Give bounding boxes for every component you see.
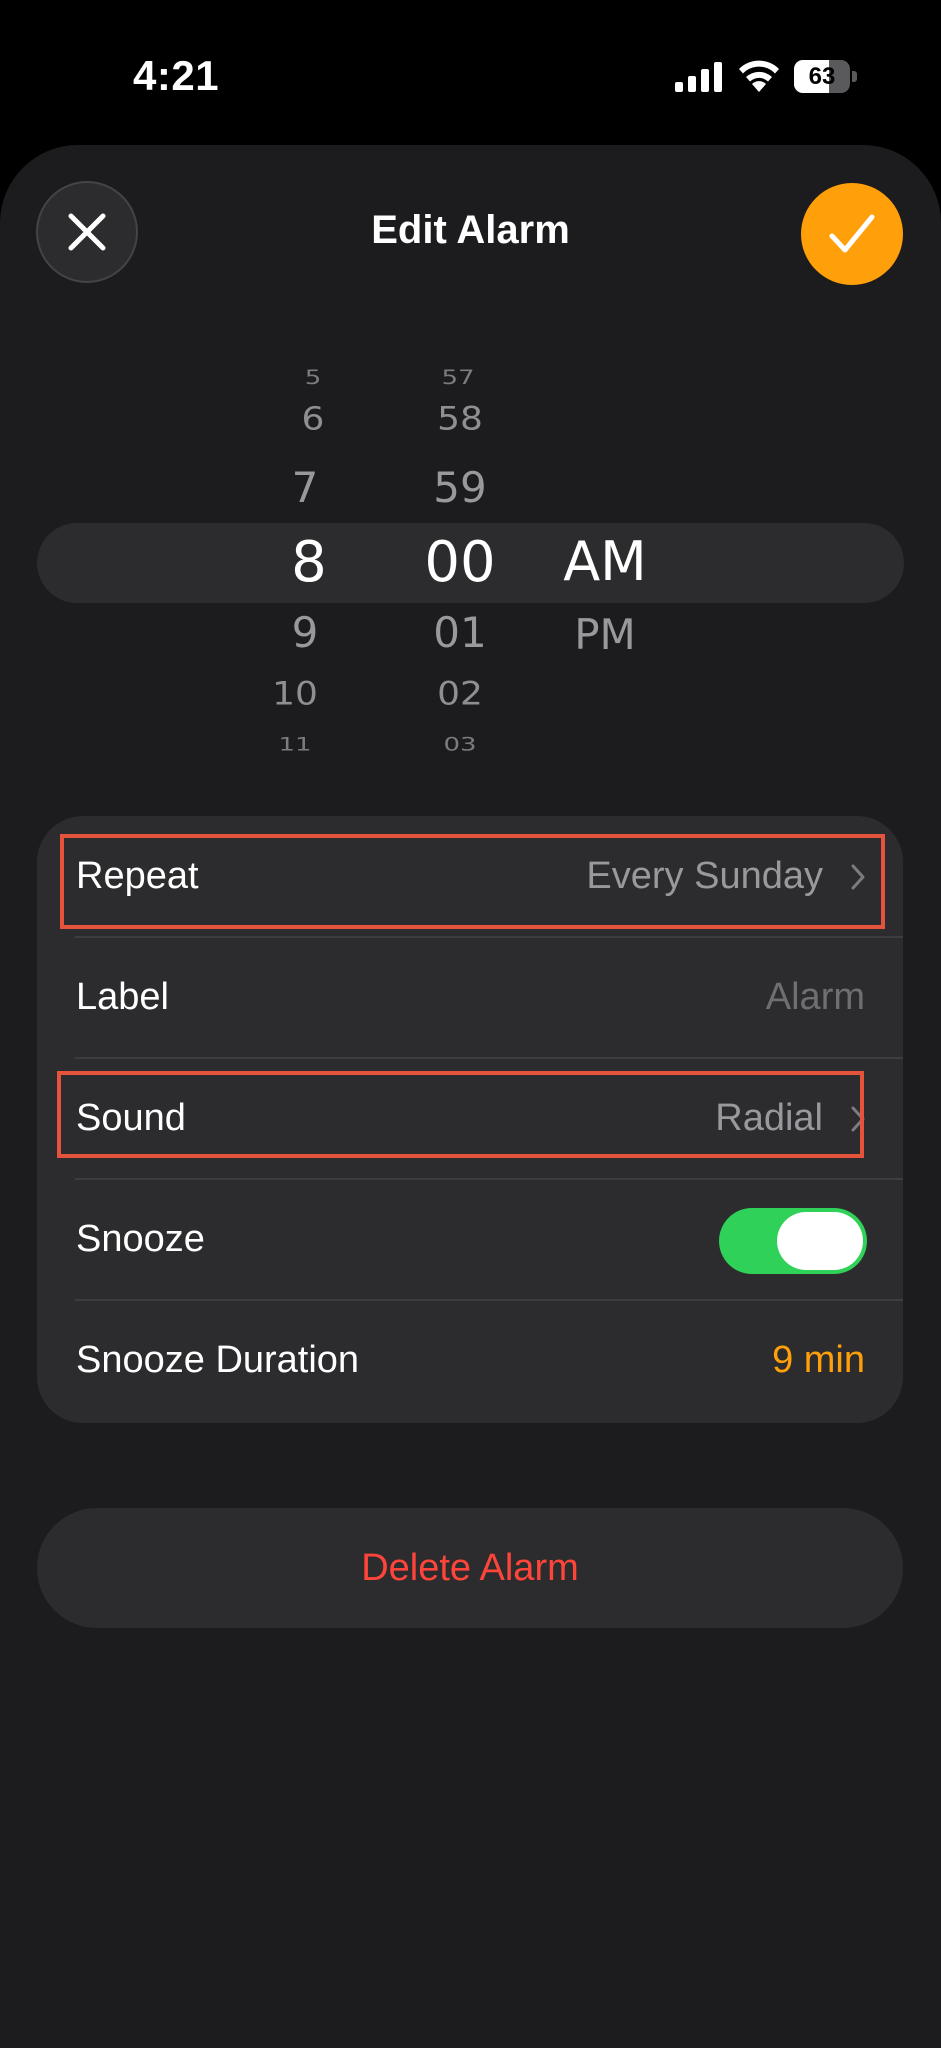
minute-option[interactable]: 59 (410, 463, 510, 512)
minute-option[interactable]: 02 (410, 676, 510, 712)
minute-option[interactable]: 57 (408, 367, 508, 390)
label-field[interactable]: Alarm (766, 937, 865, 1057)
delete-alarm-label: Delete Alarm (361, 1547, 579, 1589)
snooze-duration-value: 9 min (772, 1339, 865, 1381)
status-time: 4:21 (133, 52, 220, 99)
checkmark-icon (829, 214, 875, 253)
selected-minute[interactable]: 00 (403, 530, 517, 595)
selected-period[interactable]: AM (555, 530, 655, 593)
minute-option[interactable]: 01 (410, 608, 510, 657)
snooze-label: Snooze (76, 1218, 205, 1260)
sound-highlight-box (57, 1071, 864, 1158)
cellular-signal-icon (675, 62, 722, 92)
battery-percentage: 63 (808, 63, 836, 90)
page-title: Edit Alarm (371, 208, 570, 252)
minute-option[interactable]: 58 (410, 401, 510, 437)
hour-option[interactable]: 5 (268, 367, 358, 390)
snooze-toggle[interactable] (719, 1208, 867, 1274)
toggle-knob (777, 1212, 863, 1270)
save-button[interactable] (801, 183, 903, 285)
repeat-highlight-box (60, 834, 885, 929)
label-row[interactable]: Label Alarm (37, 937, 903, 1057)
delete-alarm-button[interactable]: Delete Alarm (37, 1508, 903, 1628)
hour-option[interactable]: 6 (268, 401, 358, 437)
snooze-duration-label: Snooze Duration (76, 1339, 360, 1381)
snooze-duration-row[interactable]: Snooze Duration 9 min (37, 1300, 903, 1420)
label-label: Label (76, 976, 169, 1018)
hour-option[interactable]: 9 (260, 608, 350, 657)
hour-option[interactable]: 7 (260, 463, 350, 512)
selected-hour[interactable]: 8 (264, 530, 354, 595)
hour-option[interactable]: 10 (250, 676, 340, 712)
battery-indicator: 63 (794, 60, 858, 93)
time-picker[interactable]: 5 6 7 8 9 10 11 57 58 59 00 01 02 03 AM … (0, 350, 941, 770)
period-option[interactable]: PM (555, 610, 655, 659)
wifi-icon (739, 60, 779, 92)
status-bar: 4:21 63 (0, 0, 941, 150)
